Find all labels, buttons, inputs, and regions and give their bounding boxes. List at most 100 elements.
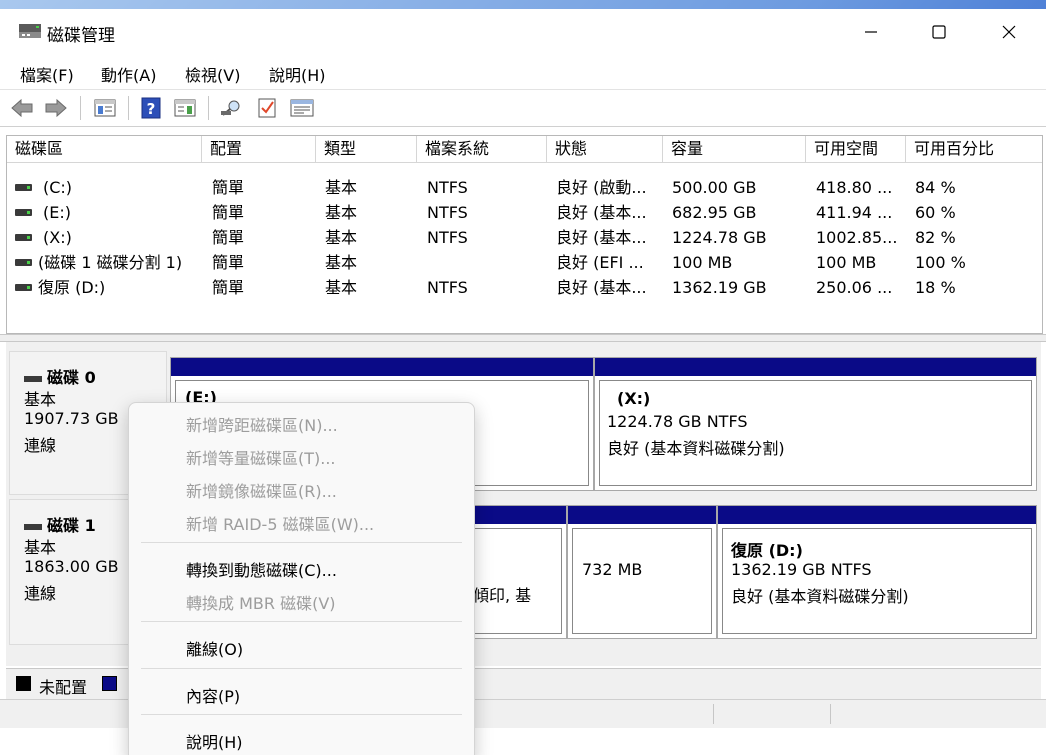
column-header-status[interactable]: 狀態 [547,136,663,162]
volume-row[interactable]: (磁碟 1 磁碟分割 1) 簡單 基本 良好 (EFI ... 100 MB 1… [7,250,1042,275]
volume-capacity: 100 MB [672,253,733,272]
volume-layout: 簡單 [212,253,245,272]
volume-filesystem: NTFS [427,278,468,297]
title-bar[interactable]: 磁碟管理 [0,9,1046,55]
column-header-percent-free[interactable]: 可用百分比 [906,136,1042,162]
menu-help[interactable]: 說明(H) [269,62,326,86]
menu-action[interactable]: 動作(A) [101,62,156,86]
volume-type: 基本 [325,278,358,297]
menu-item-properties[interactable]: 內容(P) [186,683,240,707]
partition-body [572,528,712,634]
volume-type: 基本 [325,178,358,197]
legend-unallocated-label: 未配置 [39,678,88,697]
close-icon [1002,25,1016,39]
legend-primary-swatch [102,676,117,691]
svg-text:?: ? [147,100,156,118]
volume-name: (E:) [43,203,71,222]
column-header-filesystem[interactable]: 檔案系統 [417,136,547,162]
column-header-free-space[interactable]: 可用空間 [806,136,906,162]
menu-separator [141,542,462,543]
volume-percent-free: 60 % [915,203,956,222]
volume-percent-free: 82 % [915,228,956,247]
volume-row[interactable]: 復原 (D:) 簡單 基本 NTFS 良好 (基本... 1362.19 GB … [7,275,1042,300]
volume-name: 復原 (D:) [38,278,106,297]
disk-management-window: 磁碟管理 檔案(F) 動作(A) 檢視(V) 說明(H) ? 磁碟區 配置 類型… [0,9,1046,755]
volume-percent-free: 18 % [915,278,956,297]
volume-filesystem: NTFS [427,178,468,197]
menu-separator [141,621,462,622]
maximize-icon [932,25,946,39]
rescan-button[interactable] [219,96,243,120]
menu-item-help[interactable]: 說明(H) [186,729,243,753]
volume-capacity: 1362.19 GB [672,278,767,297]
volume-status: 良好 (基本... [556,228,647,247]
properties-button[interactable] [290,96,314,120]
volume-capacity: 682.95 GB [672,203,757,222]
maximize-button[interactable] [916,9,962,55]
close-button[interactable] [986,9,1032,55]
toolbar-separator [208,96,209,120]
help-button[interactable]: ? [139,96,163,120]
volume-row[interactable]: (X:) 簡單 基本 NTFS 良好 (基本... 1224.78 GB 100… [7,225,1042,250]
menu-view[interactable]: 檢視(V) [185,62,240,86]
back-button[interactable] [10,96,34,120]
partition-bar [718,506,1036,524]
volume-capacity: 1224.78 GB [672,228,767,247]
volume-row[interactable]: (E:) 簡單 基本 NTFS 良好 (基本... 682.95 GB 411.… [7,200,1042,225]
disk-title: 磁碟 1 [24,512,96,536]
action-pane-icon [174,99,196,117]
console-tree-button[interactable] [93,96,117,120]
volume-capacity: 500.00 GB [672,178,757,197]
partition-status: 良好 (基本資料磁碟分割) [731,587,909,606]
disk-title-text: 磁碟 1 [47,516,96,535]
action-pane-button[interactable] [173,96,197,120]
menu-item-offline[interactable]: 離線(O) [186,636,243,660]
partition-bar [568,506,716,524]
disk-icon [24,523,42,530]
partition-size: 732 MB [582,560,643,579]
console-tree-icon [94,99,116,117]
column-header-layout[interactable]: 配置 [202,136,316,162]
menu-item-new-spanned-volume: 新增跨距磁碟區(N)... [186,416,338,435]
forward-button[interactable] [44,96,68,120]
menu-item-new-mirrored-volume: 新增鏡像磁碟區(R)... [186,482,337,501]
disk-type: 基本 [24,390,57,409]
drive-icon [15,234,32,241]
volume-row[interactable]: (C:) 簡單 基本 NTFS 良好 (啟動... 500.00 GB 418.… [7,175,1042,200]
disk-size: 1863.00 GB [24,557,119,576]
column-header-capacity[interactable]: 容量 [663,136,806,162]
partition-732mb[interactable]: 732 MB [567,505,717,639]
menu-item-new-striped-volume: 新增等量磁碟區(T)... [186,449,336,468]
drive-icon [15,209,32,216]
disk-state: 連線 [24,584,57,603]
menu-file[interactable]: 檔案(F) [20,62,74,86]
minimize-button[interactable] [848,9,894,55]
column-header-type[interactable]: 類型 [316,136,417,162]
toolbar-separator [128,96,129,120]
volume-status: 良好 (基本... [556,203,647,222]
window-title: 磁碟管理 [47,26,115,46]
menu-item-convert-to-dynamic[interactable]: 轉換到動態磁碟(C)... [186,557,337,581]
volume-free-space: 250.06 ... [816,278,893,297]
volume-status: 良好 (啟動... [556,178,647,197]
disk-context-menu: 新增跨距磁碟區(N)... 新增等量磁碟區(T)... 新增鏡像磁碟區(R)..… [128,402,475,755]
volume-name: (X:) [43,228,72,247]
volume-status: 良好 (EFI ... [556,253,644,272]
pane-splitter[interactable] [0,334,1046,342]
disk-title-text: 磁碟 0 [47,368,96,387]
checklist-button[interactable] [255,96,279,120]
rescan-icon [221,100,240,116]
column-header-volume[interactable]: 磁碟區 [7,136,202,162]
volume-free-space: 411.94 ... [816,203,893,222]
properties-icon [290,99,314,117]
status-divider [830,704,831,724]
toolbar: ? [0,90,1046,127]
partition-x[interactable]: (X:) 1224.78 GB NTFS 良好 (基本資料磁碟分割) [594,357,1037,491]
menu-item-new-raid5-volume: 新增 RAID-5 磁碟區(W)... [186,515,375,534]
menu-bar: 檔案(F) 動作(A) 檢視(V) 說明(H) [0,55,1046,90]
partition-bar [595,358,1036,376]
partition-recovery-d[interactable]: 復原 (D:) 1362.19 GB NTFS 良好 (基本資料磁碟分割) [717,505,1037,639]
volume-layout: 簡單 [212,203,245,222]
volume-filesystem: NTFS [427,203,468,222]
partition-status: 良好 (基本資料磁碟分割) [607,439,785,458]
